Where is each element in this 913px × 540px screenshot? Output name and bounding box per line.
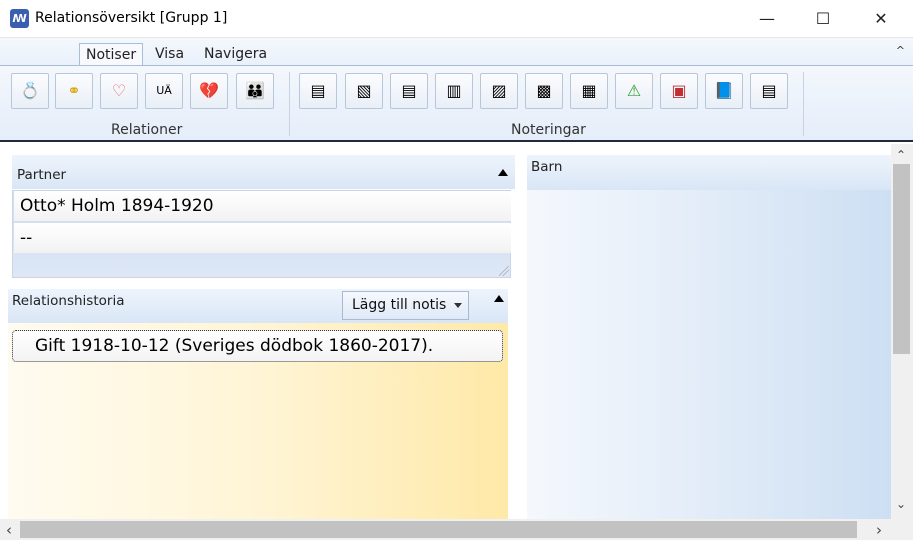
- add-engagement-button[interactable]: 💍: [11, 73, 49, 109]
- partner-row[interactable]: Otto* Holm 1894-1920: [14, 191, 511, 221]
- note-button-6[interactable]: ▩: [525, 73, 563, 109]
- note-x-icon: ▧: [356, 81, 372, 100]
- history-note-item[interactable]: Gift 1918-10-12 (Sveriges dödbok 1860-20…: [12, 330, 503, 362]
- partner-row[interactable]: --: [14, 223, 511, 253]
- scroll-up-icon[interactable]: ⌃: [896, 148, 906, 162]
- window-title: Relationsöversikt [Grupp 1]: [35, 10, 228, 26]
- group-label-noteringar: Noteringar: [511, 122, 586, 138]
- partner-panel-header: Partner: [12, 155, 515, 189]
- note-button-3[interactable]: ▤: [390, 73, 428, 109]
- add-note-dropdown[interactable]: Lägg till notis: [342, 291, 469, 320]
- broken-heart-icon: 💔: [199, 81, 219, 100]
- maximize-button[interactable]: ☐: [800, 0, 846, 38]
- book-icon: 📘: [714, 81, 734, 100]
- tab-visa[interactable]: Visa: [149, 43, 190, 65]
- scroll-down-icon[interactable]: ⌄: [896, 497, 906, 511]
- tab-notiser[interactable]: Notiser: [79, 43, 144, 65]
- collapse-arrow-icon[interactable]: [498, 169, 508, 176]
- horizontal-scroll-thumb[interactable]: [20, 521, 857, 538]
- add-ua-button[interactable]: UÄ: [145, 73, 183, 109]
- ribbon-separator: [289, 72, 290, 136]
- warning-icon: ⚠: [626, 81, 642, 100]
- title-bar: ꟿ Relationsöversikt [Grupp 1] — ☐ ✕: [0, 0, 913, 38]
- picture-icon: ▩: [536, 81, 552, 100]
- people-icon: 👪: [245, 81, 265, 100]
- heart-icon: ♡: [111, 81, 127, 100]
- ribbon: 💍 ⚭ ♡ UÄ 💔 👪 Relationer ▤ ▧ ▤ ▥ ▨ ▩ ▦ ⚠ …: [0, 65, 913, 142]
- chevron-down-icon: [454, 303, 462, 308]
- scroll-left-icon[interactable]: ‹: [6, 521, 12, 539]
- barn-panel-title: Barn: [531, 159, 563, 175]
- note-button-7[interactable]: ▦: [570, 73, 608, 109]
- partner-panel-title: Partner: [17, 167, 67, 183]
- app-logo-icon: ꟿ: [10, 9, 29, 28]
- note-button-5[interactable]: ▨: [480, 73, 518, 109]
- note-button-8[interactable]: ⚠: [615, 73, 653, 109]
- note-button-10[interactable]: 📘: [705, 73, 743, 109]
- collapse-arrow-icon[interactable]: [494, 295, 504, 302]
- barn-panel-header: Barn: [527, 155, 891, 190]
- close-button[interactable]: ✕: [858, 0, 904, 38]
- history-panel-title: Relationshistoria: [12, 293, 125, 309]
- add-marriage-button[interactable]: ⚭: [55, 73, 93, 109]
- add-note-label: Lägg till notis: [352, 297, 447, 313]
- add-relationship-button[interactable]: ♡: [100, 73, 138, 109]
- scroll-right-icon[interactable]: ›: [876, 521, 882, 539]
- ua-icon: UÄ: [156, 84, 172, 97]
- ribbon-separator: [803, 72, 804, 136]
- wedding-rings-icon: ⚭: [67, 81, 81, 100]
- note-button-4[interactable]: ▥: [435, 73, 473, 109]
- vertical-scroll-thumb[interactable]: [893, 164, 910, 354]
- ring-icon: 💍: [20, 81, 40, 100]
- resize-grip-icon[interactable]: [499, 266, 509, 276]
- document-alt-icon: ▥: [446, 81, 462, 100]
- image-icon: ▨: [491, 81, 507, 100]
- document-icon: ▤: [401, 81, 417, 100]
- list-icon: ▤: [761, 81, 777, 100]
- tab-navigera[interactable]: Navigera: [198, 43, 273, 65]
- note-button-11[interactable]: ▤: [750, 73, 788, 109]
- collapse-ribbon-icon[interactable]: ^: [896, 44, 905, 57]
- ribbon-tab-bar: Notiser Visa Navigera ^: [0, 38, 913, 65]
- add-divorce-button[interactable]: 💔: [190, 73, 228, 109]
- partner-list: Otto* Holm 1894-1920 --: [12, 190, 511, 278]
- note-button-9[interactable]: ▣: [660, 73, 698, 109]
- add-partners-button[interactable]: 👪: [236, 73, 274, 109]
- note-bookmark-icon: ▣: [671, 81, 687, 100]
- group-label-relationer: Relationer: [111, 122, 183, 138]
- note-icon: ▤: [310, 81, 326, 100]
- note-button-1[interactable]: ▤: [299, 73, 337, 109]
- picture-x-icon: ▦: [581, 81, 597, 100]
- minimize-button[interactable]: —: [744, 0, 790, 38]
- note-button-2[interactable]: ▧: [345, 73, 383, 109]
- barn-panel-body: [527, 190, 891, 519]
